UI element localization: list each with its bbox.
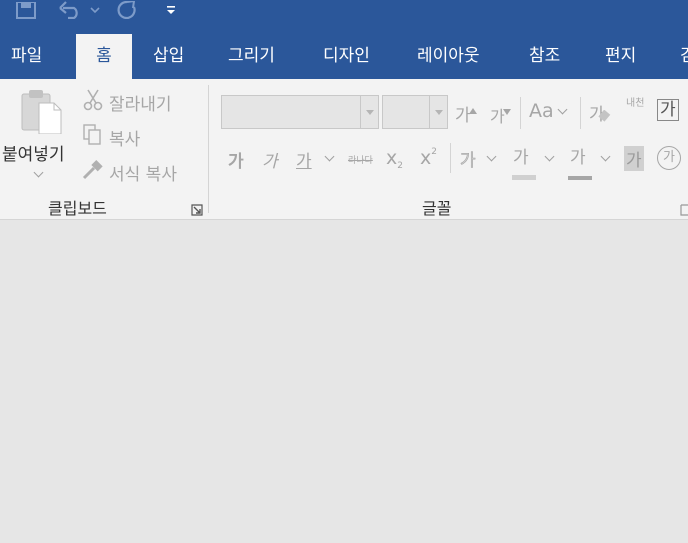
ribbon-home: 붙여넣기 잘라내기 복사 서식 복사 클립보드 가 가 Aa 가 내천 가 가 … xyxy=(0,79,688,220)
tab-draw[interactable]: 그리기 xyxy=(228,34,275,79)
redo-icon[interactable] xyxy=(114,0,140,20)
paste-icon[interactable] xyxy=(20,88,62,138)
clipboard-dialog-launcher-icon[interactable] xyxy=(191,201,203,220)
paste-dropdown-icon[interactable] xyxy=(33,167,44,178)
change-case-dropdown-icon[interactable] xyxy=(557,104,568,115)
text-effects-button[interactable]: 가 xyxy=(460,146,476,172)
save-icon[interactable] xyxy=(14,0,38,20)
copy-button[interactable]: 복사 xyxy=(109,125,140,150)
italic-button[interactable]: 가 xyxy=(262,147,278,172)
font-row-divider xyxy=(520,97,521,129)
copy-icon xyxy=(83,124,103,150)
highlight-color-bar xyxy=(512,165,536,184)
font-size-dropdown-icon[interactable] xyxy=(429,96,447,128)
underline-button[interactable]: 가 xyxy=(296,147,312,172)
group-divider xyxy=(208,85,209,213)
tab-review[interactable]: 검 xyxy=(680,34,688,79)
tab-insert[interactable]: 삽입 xyxy=(153,34,184,79)
change-case-button[interactable]: Aa xyxy=(529,100,554,122)
eraser-icon xyxy=(597,107,613,126)
font-name-dropdown-icon[interactable] xyxy=(360,96,378,128)
tab-file[interactable]: 파일 xyxy=(11,34,42,79)
customize-qat-icon[interactable] xyxy=(163,0,179,20)
tab-design[interactable]: 디자인 xyxy=(323,34,370,79)
font-row-divider xyxy=(450,143,451,173)
tab-home[interactable]: 홈 xyxy=(76,34,132,79)
subscript-mark: 2 xyxy=(397,161,403,171)
tab-layout[interactable]: 레이아웃 xyxy=(417,34,480,79)
character-border-button[interactable]: 가 xyxy=(657,99,679,121)
undo-icon[interactable] xyxy=(56,0,86,20)
superscript-button[interactable]: x2 xyxy=(420,147,437,169)
font-name-combobox[interactable] xyxy=(221,95,379,129)
tab-mailings[interactable]: 편지 xyxy=(605,34,636,79)
grow-arrow-icon xyxy=(469,99,477,118)
font-size-combobox[interactable] xyxy=(382,95,448,129)
font-color-dropdown-icon[interactable] xyxy=(600,151,611,162)
cut-button[interactable]: 잘라내기 xyxy=(109,90,172,115)
format-painter-icon xyxy=(82,160,104,184)
font-dialog-launcher-icon[interactable] xyxy=(680,201,688,220)
subscript-button[interactable]: x2 xyxy=(386,147,403,171)
font-row-divider xyxy=(580,97,581,129)
undo-dropdown-icon[interactable] xyxy=(88,0,102,20)
text-effects-dropdown-icon[interactable] xyxy=(486,151,497,162)
font-group-label: 글꼴 xyxy=(422,199,452,218)
phonetic-guide-button[interactable]: 내천 xyxy=(626,98,648,109)
cut-icon xyxy=(83,89,103,115)
shrink-arrow-icon xyxy=(503,100,511,119)
format-painter-button[interactable]: 서식 복사 xyxy=(109,160,177,185)
paste-button-label[interactable]: 붙여넣기 xyxy=(2,140,65,165)
subscript-base: x xyxy=(386,147,398,169)
character-shading-button[interactable]: 가 xyxy=(624,146,644,171)
strikethrough-button[interactable]: 라나다 xyxy=(348,153,373,166)
bold-button[interactable]: 가 xyxy=(228,147,244,172)
document-area[interactable] xyxy=(0,221,688,543)
underline-dropdown-icon[interactable] xyxy=(324,151,335,162)
ribbon-tabs: 파일 홈 삽입 그리기 디자인 레이아웃 참조 편지 검 xyxy=(0,34,688,79)
tab-references[interactable]: 참조 xyxy=(529,34,560,79)
highlight-dropdown-icon[interactable] xyxy=(544,151,555,162)
font-color-bar xyxy=(568,165,592,184)
superscript-base: x xyxy=(420,147,432,169)
enclose-characters-button[interactable]: 가 xyxy=(657,146,681,170)
quick-access-toolbar xyxy=(0,0,688,34)
clipboard-group-label: 클립보드 xyxy=(48,199,107,218)
superscript-mark: 2 xyxy=(431,147,437,157)
